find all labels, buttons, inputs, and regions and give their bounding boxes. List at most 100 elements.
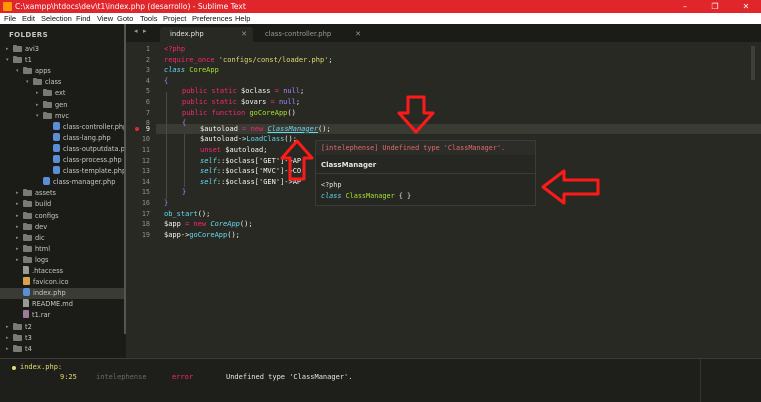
popup-divider <box>316 173 535 174</box>
chevron-right-icon[interactable]: ▸ <box>6 44 13 55</box>
tree-item-label: .htaccess <box>32 267 64 275</box>
annotation-arrow-left-icon <box>541 169 600 205</box>
folder-item[interactable]: ▸ gen <box>0 100 124 111</box>
line-number: 15 <box>141 188 150 197</box>
folder-item[interactable]: ▸ html <box>0 244 124 255</box>
file-item[interactable]: favicon.ico <box>0 277 124 288</box>
tab-index-php[interactable]: index.php ✕ <box>160 27 253 42</box>
code-line-7: public function goCoreApp() <box>182 108 296 117</box>
chevron-right-icon[interactable]: ▸ <box>6 333 13 344</box>
file-item[interactable]: t1.rar <box>0 310 124 321</box>
folder-item[interactable]: ▸ avi3 <box>0 44 124 55</box>
file-item[interactable]: class-manager.php <box>0 177 124 188</box>
diagnostics-panel: index.php: 9:25 intelephense error Undef… <box>0 359 761 402</box>
tab-class-controller-php[interactable]: class-controller.php ✕ <box>255 27 367 42</box>
chevron-down-icon[interactable]: ▾ <box>6 55 13 66</box>
chevron-right-icon[interactable]: ▸ <box>16 233 23 244</box>
chevron-right-icon[interactable]: ▸ <box>36 100 43 111</box>
chevron-right-icon[interactable]: ▸ <box>36 88 43 99</box>
tree-item-label: README.md <box>32 300 73 309</box>
folder-item[interactable]: ▾ t1 <box>0 55 124 66</box>
folder-icon <box>13 333 22 341</box>
minimize-button[interactable]: – <box>670 0 700 13</box>
menu-tools[interactable]: Tools <box>140 13 158 24</box>
folder-icon <box>43 100 52 108</box>
menu-view[interactable]: View <box>97 13 113 24</box>
php-file-icon <box>53 121 60 130</box>
folder-item[interactable]: ▸ dev <box>0 222 124 233</box>
folder-item[interactable]: ▸ configs <box>0 211 124 222</box>
menu-edit[interactable]: Edit <box>22 13 35 24</box>
folder-item[interactable]: ▾ class <box>0 77 124 88</box>
folder-item[interactable]: ▸ assets <box>0 188 124 199</box>
chevron-right-icon[interactable]: ▸ <box>16 222 23 233</box>
menu-help[interactable]: Help <box>235 13 250 24</box>
file-item[interactable]: class-lang.php <box>0 132 124 144</box>
menu-goto[interactable]: Goto <box>117 13 133 24</box>
folder-item[interactable]: ▸ ext <box>0 88 124 99</box>
tree-item-label: t2 <box>25 322 32 331</box>
diagnostic-file[interactable]: index.php: <box>20 363 62 371</box>
tree-item-label: gen <box>55 100 68 109</box>
tree-item-label: avi3 <box>25 45 39 53</box>
sublime-app-icon <box>3 2 12 11</box>
file-item[interactable]: class-outputdata.php <box>0 143 126 155</box>
folder-item[interactable]: ▸ t2 <box>0 322 124 333</box>
file-item[interactable]: .htaccess <box>0 266 124 277</box>
menu-preferences[interactable]: Preferences <box>192 13 232 24</box>
folder-item[interactable]: ▸ build <box>0 199 124 210</box>
folder-item[interactable]: ▸ logs <box>0 255 124 266</box>
folder-icon <box>23 200 32 208</box>
menu-file[interactable]: File <box>4 13 16 24</box>
chevron-down-icon[interactable]: ▾ <box>16 66 23 77</box>
file-item[interactable]: class-process.php <box>0 155 124 166</box>
menu-selection[interactable]: Selection <box>41 13 72 24</box>
code-line-11: unset $autoload; <box>200 146 268 154</box>
code-line-1: <?php <box>164 45 186 53</box>
folder-item[interactable]: ▸ t3 <box>0 333 124 344</box>
folder-item[interactable]: ▸ dic <box>0 233 124 244</box>
folder-item[interactable]: ▾ apps <box>0 66 124 77</box>
folder-icon <box>33 78 42 86</box>
chevron-right-icon[interactable]: ▸ <box>16 244 23 255</box>
line-number: 3 <box>145 66 150 75</box>
close-window-button[interactable]: ✕ <box>731 0 761 13</box>
text-file-icon <box>23 299 29 308</box>
tab-close-icon[interactable]: ✕ <box>241 27 247 41</box>
maximize-button[interactable]: ❐ <box>700 0 730 13</box>
chevron-down-icon[interactable]: ▾ <box>26 77 33 88</box>
line-number: 12 <box>141 156 150 165</box>
diagnostic-message: [intelephense] Undefined type 'ClassMana… <box>316 141 535 155</box>
folder-item[interactable]: ▾ mvc <box>0 111 124 122</box>
folder-icon <box>43 111 52 119</box>
chevron-right-icon[interactable]: ▸ <box>6 344 13 355</box>
scrollbar-thumb[interactable] <box>751 46 755 80</box>
file-item[interactable]: index.php <box>0 288 124 300</box>
tab-close-icon[interactable]: ✕ <box>355 27 361 41</box>
chevron-right-icon[interactable]: ▸ <box>6 322 13 333</box>
editor-scrollbar[interactable] <box>748 42 758 358</box>
code-line-2: require_once 'configs/const/loader.php'; <box>164 55 333 64</box>
panel-vertical-divider <box>700 359 701 402</box>
folder-icon <box>13 56 22 64</box>
file-item[interactable]: class-controller.php <box>0 121 126 133</box>
chevron-right-icon[interactable]: ▸ <box>16 188 23 199</box>
chevron-down-icon[interactable]: ▾ <box>36 111 43 122</box>
folder-icon <box>23 233 32 241</box>
tab-label: index.php <box>170 30 204 38</box>
line-number: 7 <box>145 108 150 117</box>
chevron-right-icon[interactable]: ▸ <box>16 211 23 222</box>
file-item[interactable]: README.md <box>0 299 124 310</box>
php-file-icon <box>23 288 30 297</box>
file-item[interactable]: class-template.php <box>0 166 126 177</box>
tab-nav-back-icon[interactable]: ◂ <box>134 27 138 35</box>
chevron-right-icon[interactable]: ▸ <box>16 255 23 266</box>
chevron-right-icon[interactable]: ▸ <box>16 199 23 210</box>
annotation-arrow-down-icon <box>397 95 435 134</box>
php-file-icon <box>53 155 60 163</box>
tab-nav-forward-icon[interactable]: ▸ <box>143 27 147 35</box>
folder-item[interactable]: ▸ t4 <box>0 344 124 355</box>
menu-project[interactable]: Project <box>163 13 186 24</box>
menu-find[interactable]: Find <box>76 13 91 24</box>
code-line-18: $app = new CoreApp(); <box>164 220 253 229</box>
